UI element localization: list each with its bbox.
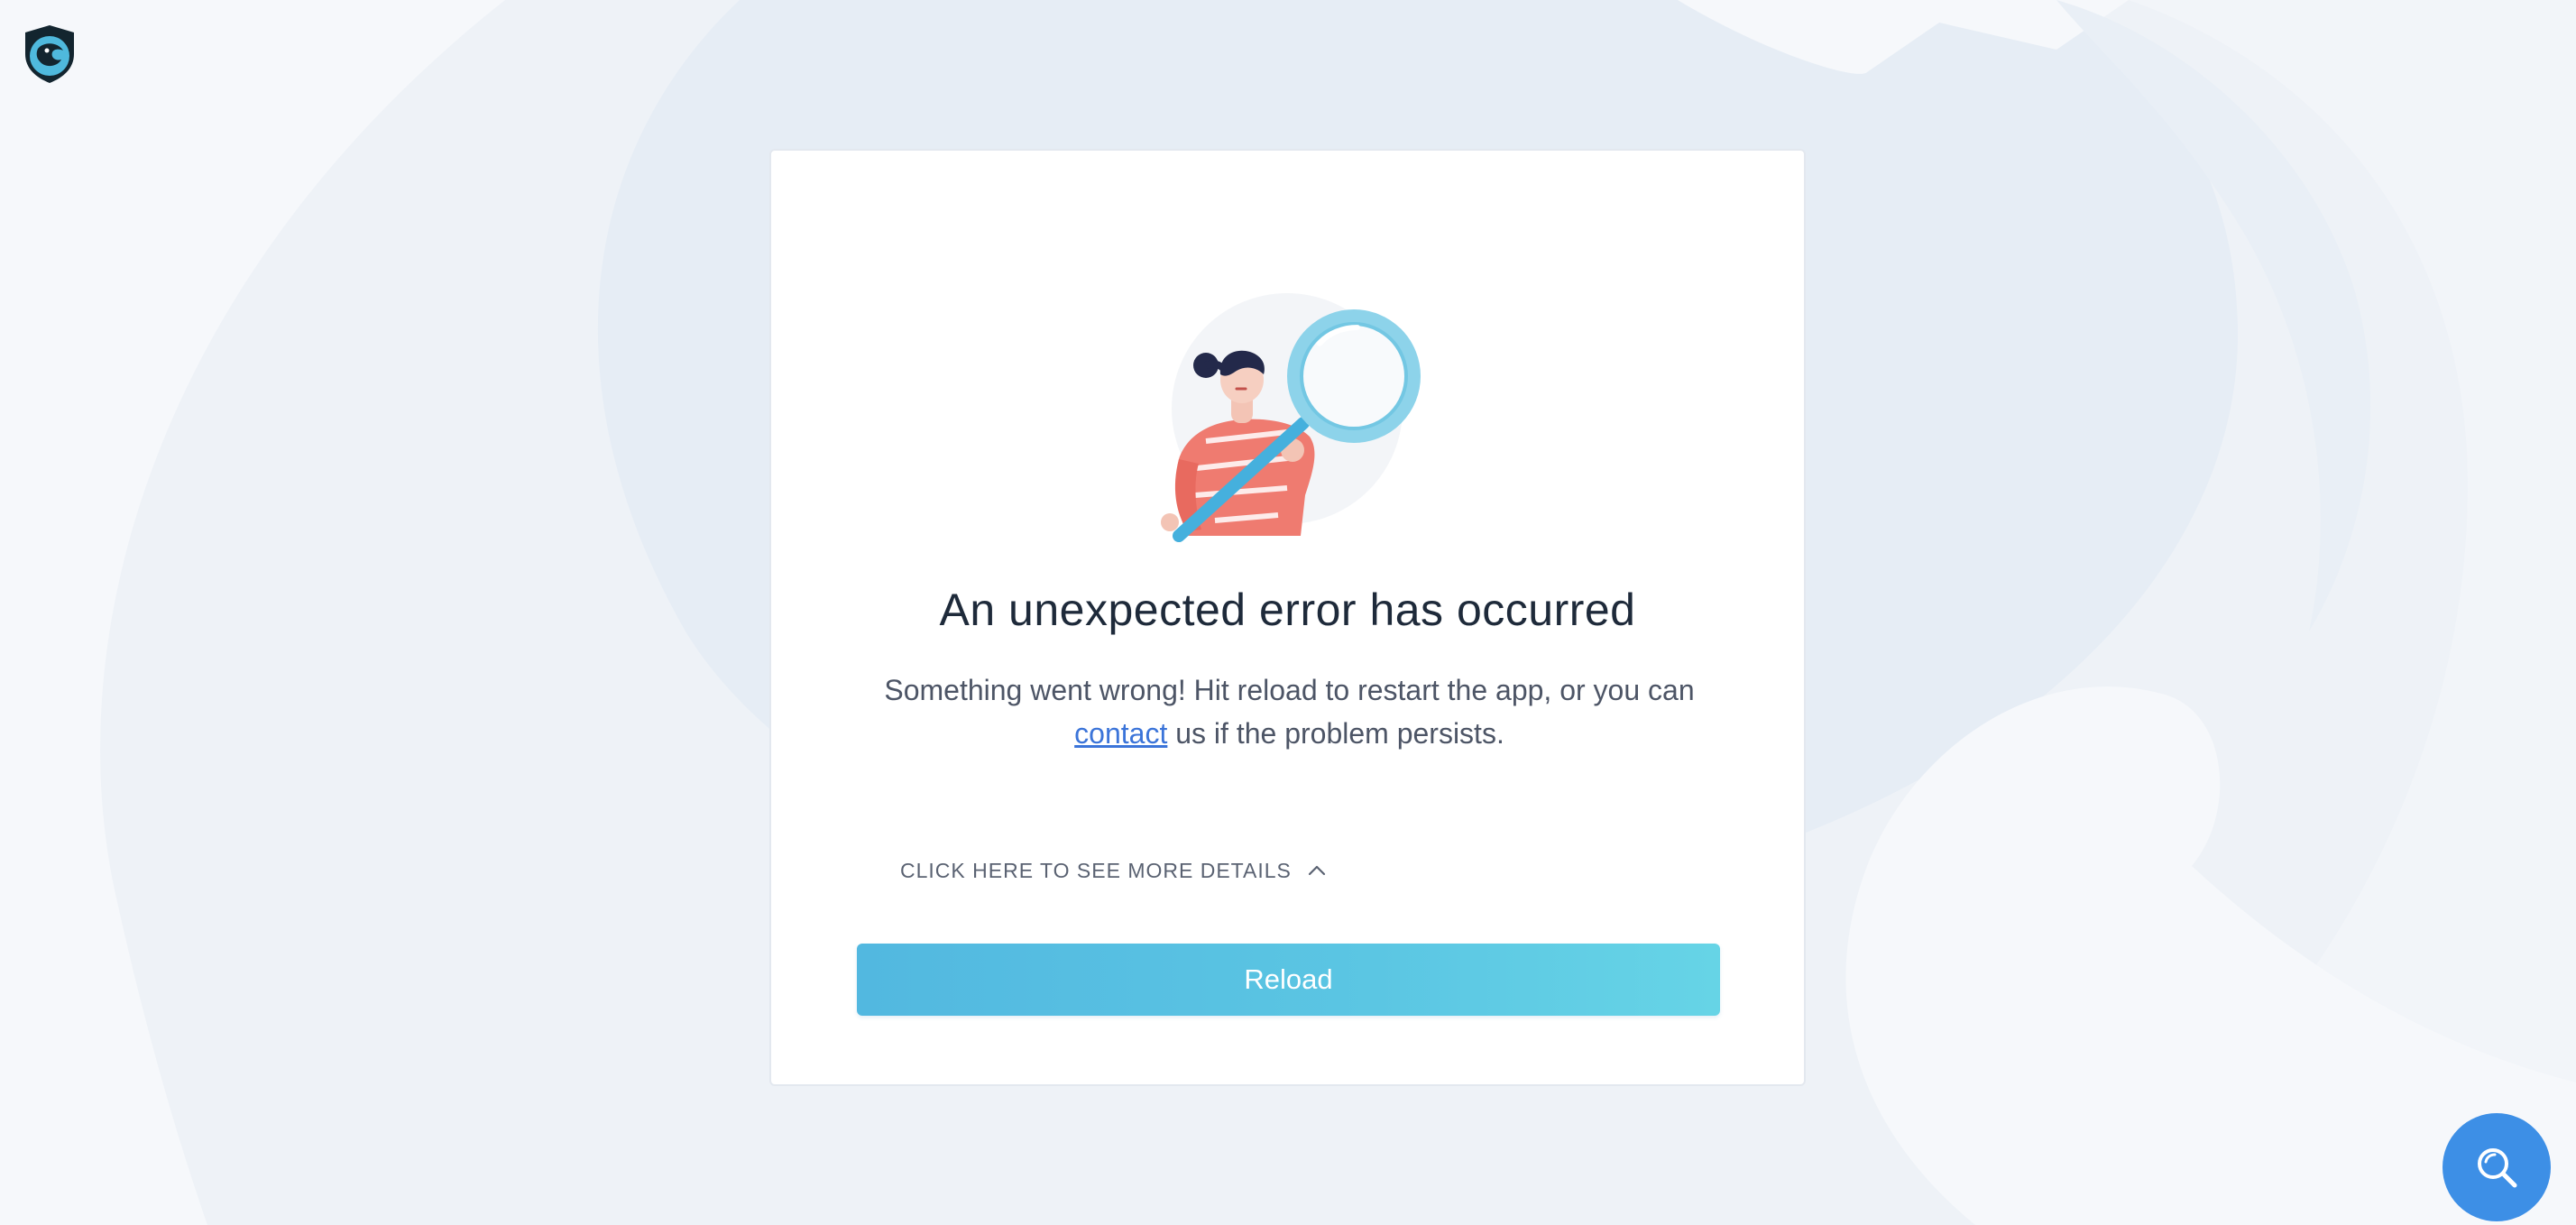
error-message-text-end: us if the problem persists. bbox=[1175, 717, 1504, 750]
search-icon bbox=[2478, 1148, 2517, 1188]
details-toggle-label: CLICK HERE TO SEE MORE DETAILS bbox=[900, 858, 1292, 882]
error-title: An unexpected error has occurred bbox=[939, 585, 1636, 635]
error-page: An unexpected error has occurred Somethi… bbox=[0, 0, 2576, 1225]
reload-button[interactable]: Reload bbox=[857, 944, 1720, 1016]
error-message: Something went wrong! Hit reload to rest… bbox=[861, 668, 1717, 755]
magnifying-glass-person-illustration bbox=[1161, 293, 1421, 542]
contact-link[interactable]: contact bbox=[1074, 717, 1167, 750]
error-message-text: Something went wrong! Hit reload to rest… bbox=[884, 674, 1695, 706]
help-search-button[interactable] bbox=[2443, 1113, 2551, 1221]
chevron-up-icon bbox=[1308, 865, 1325, 876]
error-card: An unexpected error has occurred Somethi… bbox=[769, 149, 1806, 1086]
brand-logo-icon[interactable] bbox=[18, 22, 81, 85]
see-more-details-toggle[interactable]: CLICK HERE TO SEE MORE DETAILS bbox=[900, 852, 1326, 889]
